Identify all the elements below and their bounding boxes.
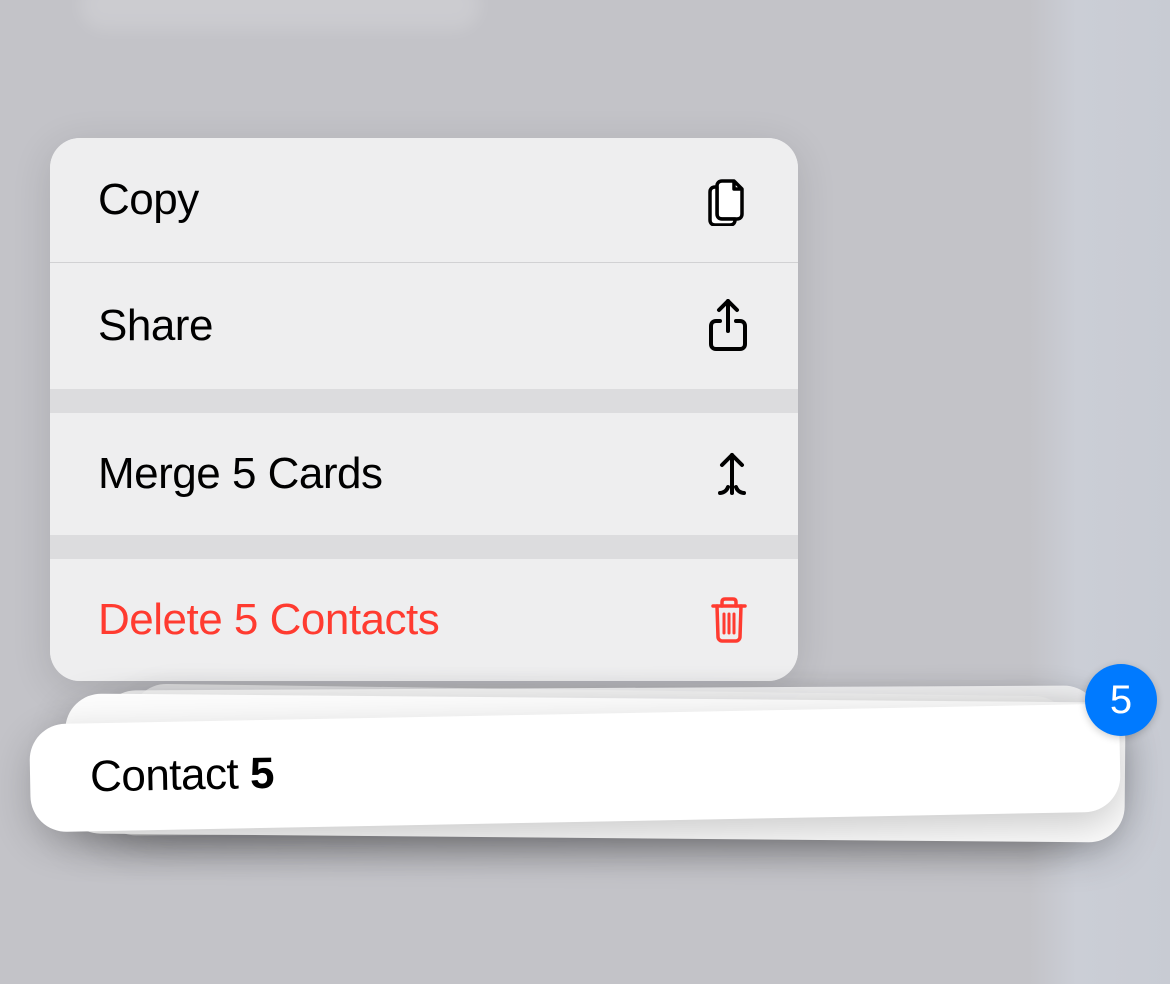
menu-section-divider [50,535,798,559]
contact-name: Contact 5 [90,749,275,803]
share-menu-item[interactable]: Share [50,263,798,389]
delete-label: Delete 5 Contacts [98,595,439,645]
copy-menu-item[interactable]: Copy [50,138,798,262]
badge-count: 5 [1110,678,1132,723]
merge-menu-item[interactable]: Merge 5 Cards [50,413,798,535]
context-menu: Copy Share Merge 5 Cards [50,138,798,681]
share-icon [706,299,750,353]
trash-icon [708,596,750,644]
copy-label: Copy [98,175,199,225]
blurred-background-element [80,0,480,30]
copy-icon [702,174,750,226]
merge-icon [714,451,750,497]
merge-label: Merge 5 Cards [98,449,383,499]
contact-name-prefix: Contact [90,749,251,801]
share-label: Share [98,301,213,351]
contact-name-bold: 5 [249,749,274,798]
delete-menu-item[interactable]: Delete 5 Contacts [50,559,798,681]
contact-card-front[interactable]: Contact 5 [29,704,1121,833]
selection-count-badge: 5 [1085,664,1157,736]
contact-card-stack[interactable]: Contact 5 5 [25,678,1145,878]
menu-section-divider [50,389,798,413]
